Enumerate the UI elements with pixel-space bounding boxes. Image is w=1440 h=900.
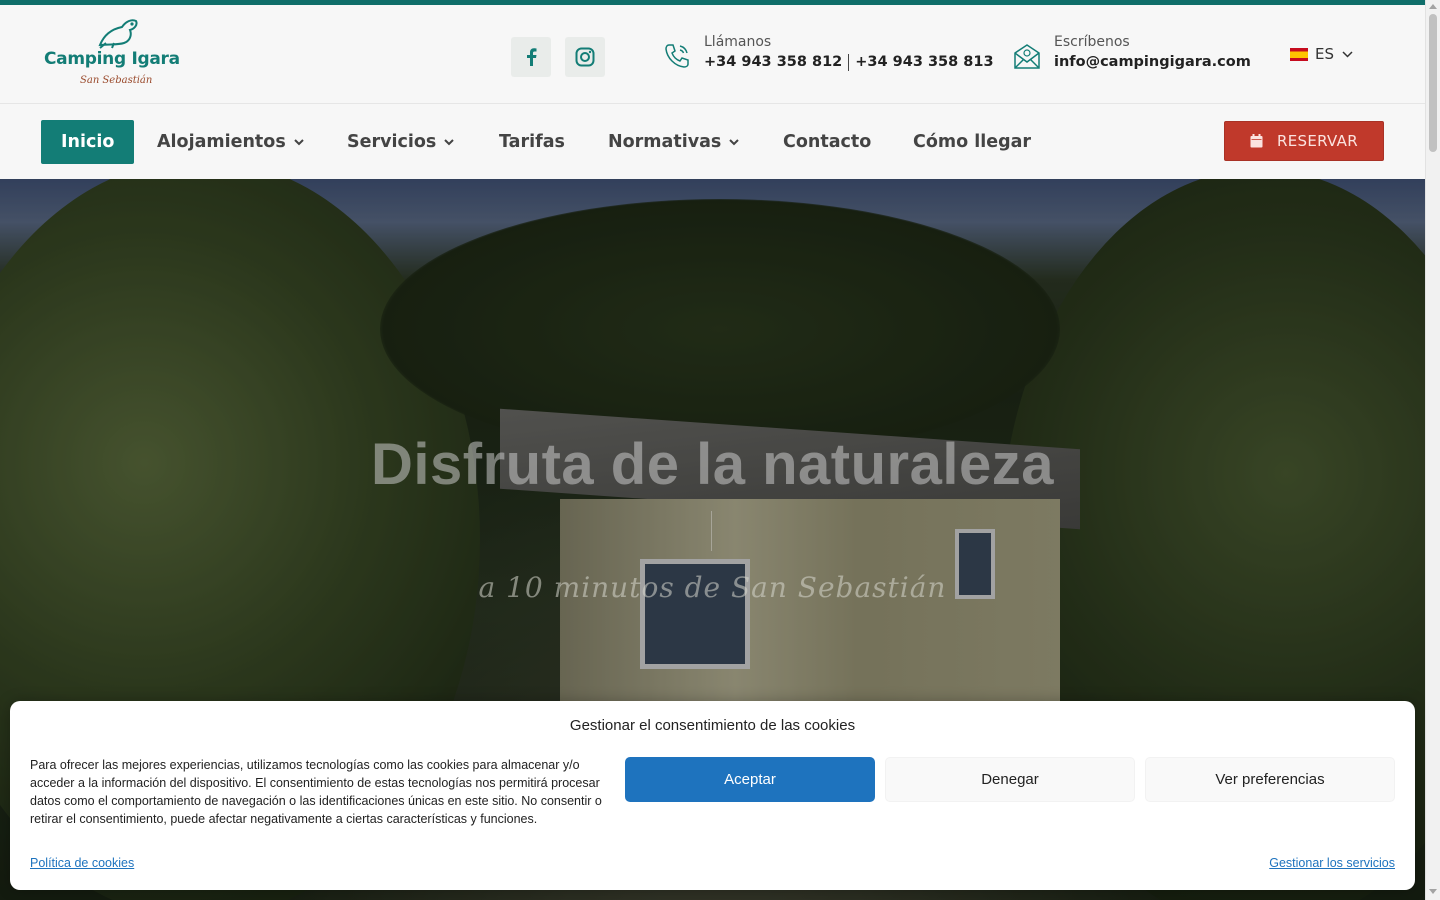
facebook-icon (526, 48, 536, 66)
logo-tagline: San Sebastián (80, 75, 153, 86)
instagram-icon (575, 47, 595, 67)
phone-contact: Llámanos +34 943 358 812 +34 943 358 813 (662, 33, 994, 73)
chevron-down-icon (729, 138, 740, 145)
deny-cookies-button[interactable]: Denegar (885, 757, 1135, 802)
nav-item-label: Cómo llegar (913, 132, 1032, 152)
cookie-text: Para ofrecer las mejores experiencias, u… (30, 758, 602, 826)
phone-separator (848, 53, 850, 71)
accept-cookies-button[interactable]: Aceptar (625, 757, 875, 802)
main-nav: Inicio Alojamientos Servicios Tarifas No… (0, 104, 1425, 179)
cookie-title: Gestionar el consentimiento de las cooki… (569, 717, 856, 734)
nav-item-servicios[interactable]: Servicios (347, 120, 455, 164)
view-preferences-button[interactable]: Ver preferencias (1145, 757, 1395, 802)
hero-subtitle: a 10 minutos de San Sebastián (478, 571, 947, 604)
phone-number-1[interactable]: +34 943 358 812 (704, 54, 842, 70)
cookie-consent-banner: Gestionar el consentimiento de las cooki… (10, 701, 1415, 890)
hero-divider (711, 511, 712, 551)
site-logo[interactable]: Camping Igara San Sebastián (44, 17, 194, 91)
phone-number-2[interactable]: +34 943 358 813 (855, 54, 993, 70)
chevron-down-icon (444, 138, 455, 145)
spain-flag-icon (1290, 47, 1308, 61)
logo-name: Camping Igara (44, 49, 180, 69)
scroll-thumb[interactable] (1429, 14, 1437, 152)
phone-label: Llámanos (704, 34, 772, 50)
nav-item-inicio[interactable]: Inicio (41, 120, 135, 164)
chevron-down-icon (1342, 50, 1353, 58)
nav-item-label: Contacto (783, 132, 872, 152)
calendar-icon (1250, 134, 1263, 148)
language-code: ES (1315, 45, 1334, 63)
email-icon (1014, 44, 1040, 69)
reserve-label: RESERVAR (1277, 132, 1358, 150)
nav-item-como-llegar[interactable]: Cómo llegar (913, 120, 1031, 164)
phone-icon (665, 44, 689, 68)
manage-services-link[interactable]: Gestionar los servicios (1269, 856, 1395, 870)
nav-item-label: Inicio (61, 132, 115, 152)
nav-item-contacto[interactable]: Contacto (783, 120, 871, 164)
scroll-up-arrow-icon[interactable] (1429, 4, 1437, 9)
email-contact: Escríbenos info@campingigara.com (1012, 33, 1251, 73)
email-label: Escríbenos (1054, 34, 1130, 50)
frog-logo-icon (98, 19, 138, 49)
nav-item-tarifas[interactable]: Tarifas (499, 120, 565, 164)
instagram-button[interactable] (565, 37, 605, 77)
email-address[interactable]: info@campingigara.com (1054, 51, 1251, 73)
nav-item-label: Normativas (608, 132, 722, 152)
page-scrollbar[interactable] (1425, 0, 1440, 900)
nav-item-normativas[interactable]: Normativas (608, 120, 740, 164)
nav-item-alojamientos[interactable]: Alojamientos (157, 120, 304, 164)
nav-item-label: Servicios (347, 132, 437, 152)
language-selector[interactable]: ES (1290, 45, 1353, 63)
hero-title: Disfruta de la naturaleza (371, 432, 1054, 497)
cookie-policy-link[interactable]: Política de cookies (30, 856, 134, 870)
site-header: Camping Igara San Sebastián Llámanos +34… (0, 5, 1425, 104)
facebook-button[interactable] (511, 37, 551, 77)
nav-item-label: Alojamientos (157, 132, 286, 152)
scroll-down-arrow-icon[interactable] (1429, 889, 1437, 894)
reserve-button[interactable]: RESERVAR (1224, 121, 1384, 161)
nav-item-label: Tarifas (499, 132, 565, 152)
chevron-down-icon (294, 138, 304, 145)
